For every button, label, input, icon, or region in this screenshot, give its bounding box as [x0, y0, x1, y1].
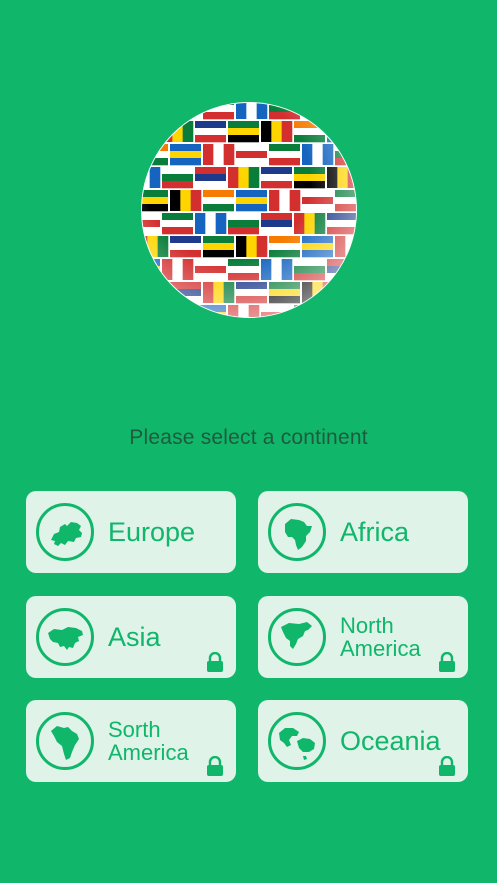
continent-label: Africa — [340, 516, 410, 547]
page-title: Please select a continent — [129, 426, 368, 449]
europe-button[interactable]: Europe — [26, 491, 236, 573]
flag-globe-icon — [134, 95, 364, 325]
asia-button[interactable]: Asia — [26, 596, 236, 678]
north-america-map-icon — [268, 608, 326, 666]
lock-icon — [439, 652, 455, 672]
europe-map-icon — [36, 503, 94, 561]
asia-map-icon — [36, 608, 94, 666]
continent-label: Europe — [108, 516, 196, 547]
oceania-map-icon — [268, 712, 326, 770]
lock-icon — [439, 756, 455, 776]
africa-map-icon — [268, 503, 326, 561]
north-america-button[interactable]: North America — [258, 596, 468, 678]
africa-button[interactable]: Africa — [258, 491, 468, 573]
lock-icon — [207, 756, 223, 776]
south-america-button[interactable]: Sorth America — [26, 700, 236, 782]
oceania-button[interactable]: Oceania — [258, 700, 468, 782]
lock-icon — [207, 652, 223, 672]
south-america-map-icon — [36, 712, 94, 770]
